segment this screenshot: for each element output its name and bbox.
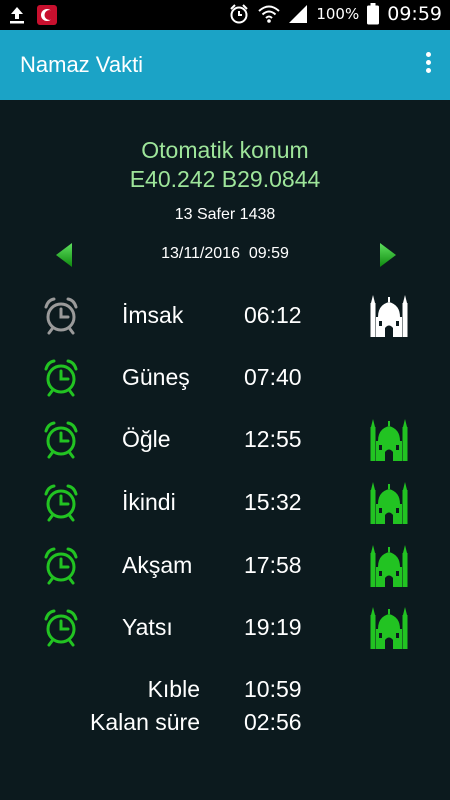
prayer-name: Öğle	[122, 426, 171, 452]
battery-icon	[367, 3, 380, 25]
mosque-icon	[370, 295, 408, 337]
remaining-label: Kalan süre	[90, 709, 200, 735]
app-bar: Namaz Vakti	[0, 30, 450, 100]
overflow-menu-icon[interactable]	[424, 52, 432, 78]
prayer-time: 06:12	[244, 302, 302, 328]
qibla-row: Kıble 10:59	[0, 676, 450, 706]
prayer-row: İkindi 15:32	[0, 477, 450, 527]
prayer-row: Yatsı 19:19	[0, 602, 450, 652]
status-time: 09:59	[387, 3, 442, 25]
app-crescent-icon	[37, 5, 57, 25]
prayer-time: 07:40	[244, 364, 302, 390]
prayer-time: 15:32	[244, 489, 302, 515]
mosque-icon	[370, 482, 408, 524]
prayer-name: İmsak	[122, 302, 184, 328]
upload-icon	[10, 7, 24, 24]
prayer-row: Güneş 07:40	[0, 352, 450, 402]
battery-percent: 100%	[316, 5, 360, 23]
mosque-icon	[370, 607, 408, 649]
alarm-clock-icon[interactable]	[41, 419, 81, 459]
remaining-time-row: Kalan süre 02:56	[0, 709, 450, 739]
alarm-clock-icon[interactable]	[41, 545, 81, 585]
prayer-time: 12:55	[244, 426, 302, 452]
next-day-arrow-icon[interactable]	[378, 242, 398, 268]
signal-icon	[289, 5, 308, 23]
location-coordinates: E40.242 B29.0844	[129, 166, 321, 192]
alarm-clock-icon[interactable]	[41, 607, 81, 647]
alarm-clock-icon[interactable]	[41, 357, 81, 397]
prayer-name: İkindi	[122, 489, 176, 515]
prayer-time: 19:19	[244, 614, 302, 640]
prayer-name: Güneş	[122, 364, 190, 390]
alarm-clock-icon[interactable]	[41, 295, 81, 335]
alarm-icon	[230, 4, 249, 24]
prayer-time: 17:58	[244, 552, 302, 578]
prayer-row: Akşam 17:58	[0, 540, 450, 590]
mosque-icon	[370, 545, 408, 587]
status-bar: 100% 09:59	[0, 0, 450, 30]
hijri-date: 13 Safer 1438	[174, 206, 276, 223]
wifi-icon	[258, 5, 281, 23]
remaining-value: 02:56	[244, 709, 302, 735]
mosque-icon	[370, 419, 408, 461]
prayer-row: İmsak 06:12	[0, 290, 450, 340]
prayer-row: Öğle 12:55	[0, 414, 450, 464]
prayer-name: Akşam	[122, 552, 193, 578]
alarm-clock-icon[interactable]	[41, 482, 81, 522]
app-title: Namaz Vakti	[20, 52, 144, 77]
qibla-value: 10:59	[244, 676, 302, 702]
prayer-name: Yatsı	[122, 614, 173, 640]
qibla-label: Kıble	[147, 676, 200, 702]
location-mode: Otomatik konum	[141, 137, 309, 163]
